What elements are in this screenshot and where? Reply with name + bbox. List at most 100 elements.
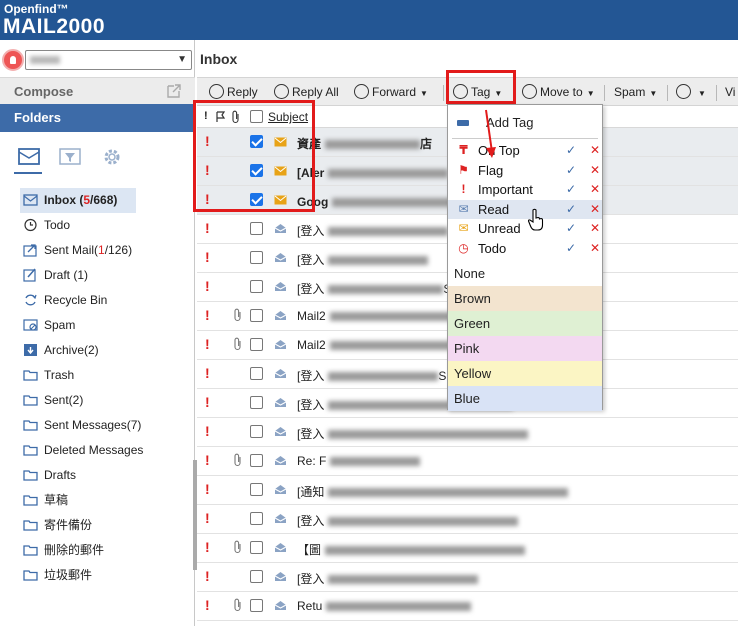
folder-item[interactable]: 草稿 [20, 488, 195, 513]
popout-icon[interactable] [165, 82, 183, 100]
important-icon[interactable]: ! [205, 336, 210, 352]
close-icon[interactable]: ✕ [590, 180, 600, 199]
color-option-none[interactable]: None [448, 261, 602, 286]
email-row[interactable]: ! [登入 [197, 418, 738, 447]
row-checkbox[interactable] [250, 338, 263, 351]
folder-item[interactable]: 垃圾郵件 [20, 563, 195, 588]
checkmark-icon[interactable]: ✓ [566, 219, 576, 238]
spam-button[interactable]: Spam ▼ [614, 81, 657, 103]
email-row[interactable]: ! [登入 [197, 563, 738, 592]
color-option-brown[interactable]: Brown [448, 286, 602, 311]
filter-tab-icon[interactable] [57, 144, 83, 170]
folder-item[interactable]: 刪除的郵件 [20, 538, 195, 563]
row-checkbox[interactable] [250, 222, 263, 235]
folder-count: (5/668) [76, 193, 117, 207]
folder-item[interactable]: Inbox (5/668) [20, 188, 136, 213]
row-checkbox[interactable] [250, 367, 263, 380]
important-icon[interactable]: ! [205, 278, 210, 294]
row-checkbox[interactable] [250, 512, 263, 525]
important-icon[interactable]: ! [205, 423, 210, 439]
mail-folders-tab-icon[interactable] [16, 144, 42, 170]
folder-label: Drafts [44, 468, 77, 482]
row-checkbox[interactable] [250, 483, 263, 496]
folder-item[interactable]: Drafts [20, 463, 195, 488]
tag-option-on-top[interactable]: ₸ On Top ✓ ✕ [448, 141, 602, 160]
tag-option-todo[interactable]: ◷ Todo ✓ ✕ [448, 239, 602, 258]
important-icon[interactable]: ! [205, 539, 210, 555]
avatar[interactable] [2, 49, 24, 71]
subject-prefix: Mail2 [297, 338, 326, 352]
folder-item[interactable]: Trash [20, 363, 195, 388]
chevron-down-icon: ▼ [177, 54, 187, 65]
tag-option-flag[interactable]: ⚑ Flag ✓ ✕ [448, 161, 602, 180]
email-row[interactable]: ! [通知 [197, 476, 738, 505]
important-icon[interactable]: ! [205, 220, 210, 236]
important-icon[interactable]: ! [205, 394, 210, 410]
reply-all-icon [274, 84, 289, 99]
close-icon[interactable]: ✕ [590, 161, 600, 180]
color-option-pink[interactable]: Pink [448, 336, 602, 361]
tag-option-label: Important [478, 182, 533, 197]
row-checkbox[interactable] [250, 396, 263, 409]
folder-item[interactable]: Draft (1) [20, 263, 195, 288]
email-row[interactable]: ! 【圖 [197, 534, 738, 563]
checkmark-icon[interactable]: ✓ [566, 141, 576, 160]
color-option-green[interactable]: Green [448, 311, 602, 336]
folder-item[interactable]: Todo [20, 213, 195, 238]
folder-item[interactable]: Deleted Messages [20, 438, 195, 463]
checkmark-icon[interactable]: ✓ [566, 161, 576, 180]
add-tag-item[interactable]: Add Tag [448, 111, 602, 135]
tag-option-important[interactable]: ! Important ✓ ✕ [448, 180, 602, 199]
folder-item[interactable]: Spam [20, 313, 195, 338]
important-icon[interactable]: ! [205, 452, 210, 468]
row-checkbox[interactable] [250, 425, 263, 438]
email-row[interactable]: ! Re: F [197, 447, 738, 476]
close-icon[interactable]: ✕ [590, 141, 600, 160]
row-checkbox[interactable] [250, 454, 263, 467]
subject-prefix: [登入 [297, 514, 325, 528]
important-icon[interactable]: ! [205, 365, 210, 381]
folder-item[interactable]: Sent(2) [20, 388, 195, 413]
folder-label: 寄件備份 [44, 518, 93, 532]
checkmark-icon[interactable]: ✓ [566, 239, 576, 258]
row-checkbox[interactable] [250, 541, 263, 554]
folder-item[interactable]: Recycle Bin [20, 288, 195, 313]
hand-cursor-icon [527, 208, 544, 231]
tag-option-read[interactable]: ✉ Read ✓ ✕ [448, 199, 602, 219]
color-option-blue[interactable]: Blue [448, 386, 602, 411]
forward-button[interactable]: Forward ▼ [354, 81, 428, 103]
checkmark-icon[interactable]: ✓ [566, 200, 576, 219]
email-row[interactable]: ! Retu [197, 592, 738, 621]
row-checkbox[interactable] [250, 251, 263, 264]
move-to-button[interactable]: Move to ▼ [522, 81, 595, 103]
row-checkbox[interactable] [250, 570, 263, 583]
important-icon[interactable]: ! [205, 307, 210, 323]
email-row[interactable]: ! [登入 [197, 505, 738, 534]
close-icon[interactable]: ✕ [590, 219, 600, 238]
attachment-icon [234, 308, 241, 322]
important-icon[interactable]: ! [205, 597, 210, 613]
account-select[interactable]: ▼ [25, 50, 192, 70]
important-icon[interactable]: ! [205, 249, 210, 265]
important-icon[interactable]: ! [205, 568, 210, 584]
row-checkbox[interactable] [250, 599, 263, 612]
color-option-yellow[interactable]: Yellow [448, 361, 602, 386]
close-icon[interactable]: ✕ [590, 239, 600, 258]
delete-button[interactable]: ▼ [676, 81, 706, 103]
important-icon[interactable]: ! [205, 510, 210, 526]
folder-item[interactable]: Sent Messages(7) [20, 413, 195, 438]
color-option-label: Yellow [454, 366, 492, 381]
tag-option-unread[interactable]: ✉ Unread ✓ ✕ [448, 219, 602, 238]
folders-label: Folders [14, 110, 61, 125]
checkmark-icon[interactable]: ✓ [566, 180, 576, 199]
row-checkbox[interactable] [250, 309, 263, 322]
compose-button[interactable]: Compose [0, 77, 195, 104]
view-button[interactable]: Vi [725, 81, 735, 103]
row-checkbox[interactable] [250, 280, 263, 293]
close-icon[interactable]: ✕ [590, 200, 600, 219]
folder-item[interactable]: 寄件備份 [20, 513, 195, 538]
important-icon[interactable]: ! [205, 481, 210, 497]
folder-item[interactable]: Sent Mail(1/126) [20, 238, 195, 263]
folder-item[interactable]: Archive(2) [20, 338, 195, 363]
gear-icon[interactable] [99, 144, 125, 170]
